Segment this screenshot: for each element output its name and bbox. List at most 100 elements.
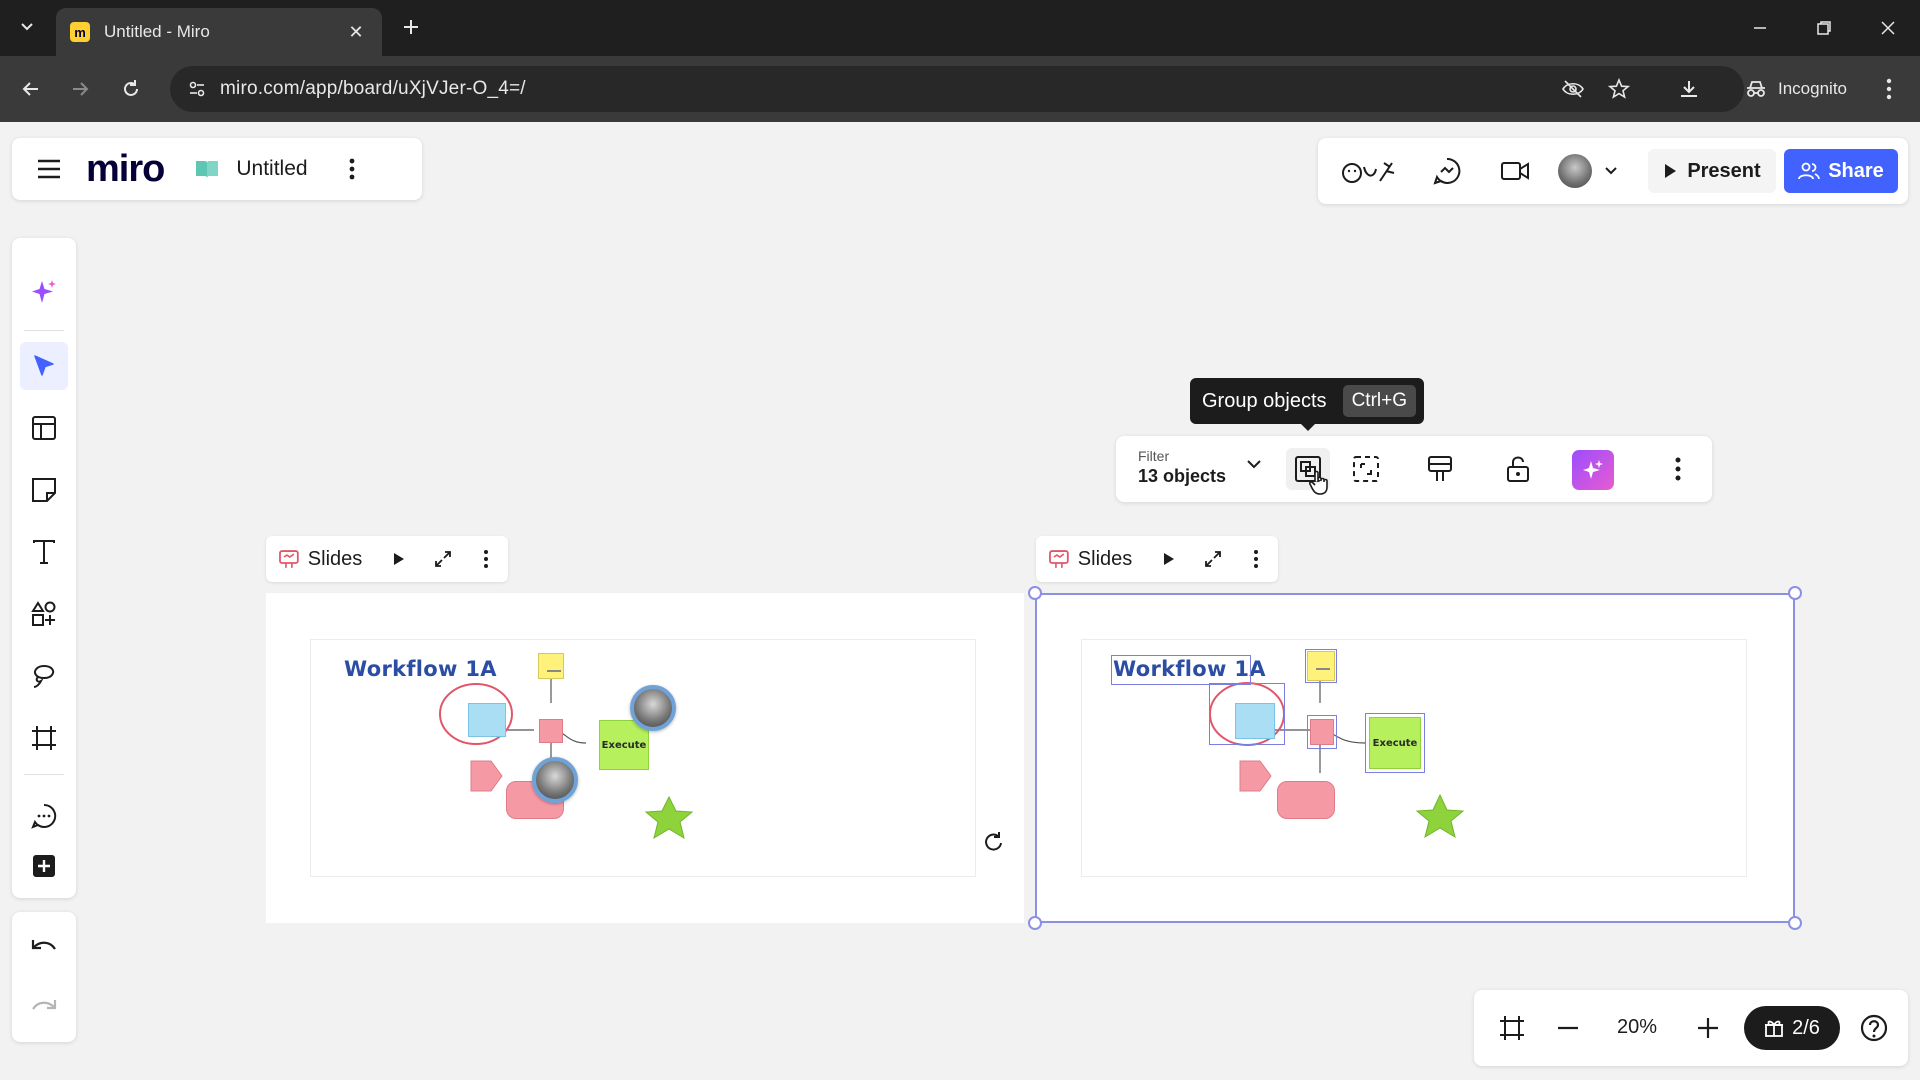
browser-tab[interactable]: m Untitled - Miro ✕ <box>56 8 382 56</box>
resize-handle-bottom-right[interactable] <box>1788 916 1802 930</box>
frame-2-play-button[interactable] <box>1147 539 1191 579</box>
board-book-icon <box>196 161 219 178</box>
incognito-indicator[interactable]: Incognito <box>1736 69 1863 109</box>
templates-tool[interactable] <box>20 404 68 452</box>
hand-pointer-icon <box>1308 470 1328 495</box>
select-tool[interactable] <box>20 342 68 390</box>
reactions-button[interactable] <box>1338 150 1402 192</box>
close-window-button[interactable] <box>1856 0 1920 56</box>
minimize-button[interactable] <box>1728 0 1792 56</box>
url-text[interactable]: miro.com/app/board/uXjVJer-O_4=/ <box>220 78 526 100</box>
browser-toolbar: miro.com/app/board/uXjVJer-O_4=/ Incogni… <box>0 56 1920 122</box>
shapes-tool[interactable] <box>20 590 68 638</box>
window-controls <box>1728 0 1920 56</box>
kebab-menu-icon <box>1254 550 1259 568</box>
share-button[interactable]: Share <box>1784 149 1898 193</box>
frame-1-more-button[interactable] <box>464 539 508 579</box>
filter-label: Filter <box>1138 448 1170 464</box>
incognito-label: Incognito <box>1778 79 1847 98</box>
selected-item-outline <box>1209 683 1285 745</box>
resize-handle-top-right[interactable] <box>1788 586 1802 600</box>
new-tab-button[interactable] <box>396 12 426 42</box>
tab-close-icon[interactable]: ✕ <box>344 22 368 43</box>
video-call-button[interactable] <box>1494 150 1536 192</box>
lock-button[interactable] <box>1496 448 1540 490</box>
comment-tool[interactable] <box>20 792 68 840</box>
miro-favicon-icon: m <box>70 22 90 42</box>
toolbar-divider <box>24 774 64 775</box>
zoom-bar: 20% 2/6 <box>1474 990 1908 1066</box>
frame-2-more-button[interactable] <box>1234 539 1278 579</box>
play-icon <box>1665 164 1677 178</box>
restore-button[interactable] <box>1792 0 1856 56</box>
zoom-out-button[interactable] <box>1548 1008 1588 1048</box>
undo-button[interactable] <box>20 924 68 972</box>
rotate-handle[interactable] <box>980 828 1008 856</box>
minimize-icon <box>1754 27 1766 29</box>
sparkle-icon <box>1583 460 1603 479</box>
sticky-note-tool[interactable] <box>20 466 68 514</box>
comments-button[interactable] <box>1426 150 1468 192</box>
frame-1-header[interactable]: Slides <box>266 536 508 582</box>
address-bar[interactable]: miro.com/app/board/uXjVJer-O_4=/ <box>170 66 1744 112</box>
download-icon <box>1681 81 1697 97</box>
sticky-note-icon <box>32 478 56 502</box>
browser-menu-button[interactable] <box>1872 72 1906 106</box>
frame-2[interactable]: Workflow 1A Execute <box>1035 593 1795 923</box>
zoom-level[interactable]: 20% <box>1602 1016 1672 1039</box>
forward-button[interactable] <box>63 72 97 106</box>
tab-search-button[interactable] <box>10 10 44 44</box>
zoom-in-button[interactable] <box>1688 1008 1728 1048</box>
tracking-blocked-icon[interactable] <box>1558 74 1588 104</box>
back-button[interactable] <box>14 72 48 106</box>
board-options-button[interactable] <box>340 149 364 189</box>
plus-icon <box>404 20 418 34</box>
frame-1-play-button[interactable] <box>377 539 421 579</box>
main-menu-button[interactable] <box>22 142 76 196</box>
pages-button[interactable]: 2/6 <box>1744 1006 1840 1050</box>
site-info-button[interactable] <box>182 74 212 104</box>
redo-icon <box>32 1000 57 1010</box>
ai-assist-button[interactable] <box>1572 450 1614 490</box>
frame-2-expand-button[interactable] <box>1191 539 1235 579</box>
reload-button[interactable] <box>114 72 148 106</box>
more-options-button[interactable] <box>1656 448 1700 490</box>
text-tool[interactable] <box>20 528 68 576</box>
frame-tool[interactable] <box>20 714 68 762</box>
help-button[interactable] <box>1854 1008 1894 1048</box>
close-icon <box>1881 21 1895 35</box>
minus-icon <box>1558 1026 1578 1030</box>
chat-bubble-icon <box>1433 157 1461 185</box>
frame-fit-icon <box>1500 1016 1524 1040</box>
expand-icon <box>434 551 451 567</box>
frame-1-expand-button[interactable] <box>421 539 465 579</box>
board-canvas[interactable]: miro Untitled Present Share 20% 2/6 Grou… <box>0 122 1920 1080</box>
pen-tool[interactable] <box>20 652 68 700</box>
resize-handle-top-left[interactable] <box>1028 586 1042 600</box>
frame-1[interactable]: Workflow 1A Execute <box>266 593 1024 923</box>
miro-logo[interactable]: miro <box>86 148 165 191</box>
chevron-down-icon[interactable] <box>1246 458 1262 470</box>
more-apps-tool[interactable] <box>20 842 68 890</box>
bookmark-star-icon[interactable] <box>1604 74 1634 104</box>
frame-1-label: Slides <box>307 547 363 570</box>
collaborators-button[interactable] <box>1554 150 1628 192</box>
ai-assist-tool[interactable] <box>20 268 68 316</box>
group-objects-button[interactable] <box>1286 448 1330 495</box>
arrow-left-icon <box>22 82 38 96</box>
filter-dropdown[interactable]: Filter 13 objects <box>1138 448 1226 487</box>
present-button[interactable]: Present <box>1648 149 1776 193</box>
comment-icon <box>31 803 57 829</box>
sparkle-icon <box>32 280 56 303</box>
downloads-button[interactable] <box>1672 72 1706 106</box>
shapes-icon <box>31 601 56 626</box>
selected-item-outline <box>1305 649 1337 683</box>
frame-2-header[interactable]: Slides <box>1036 536 1278 582</box>
create-slide-button[interactable] <box>1418 448 1462 490</box>
resize-handle-bottom-left[interactable] <box>1028 916 1042 930</box>
slides-icon <box>279 550 299 568</box>
create-frame-button[interactable] <box>1344 448 1388 490</box>
board-name[interactable]: Untitled <box>236 157 307 181</box>
redo-button[interactable] <box>20 984 68 1032</box>
fit-to-screen-button[interactable] <box>1492 1008 1532 1048</box>
